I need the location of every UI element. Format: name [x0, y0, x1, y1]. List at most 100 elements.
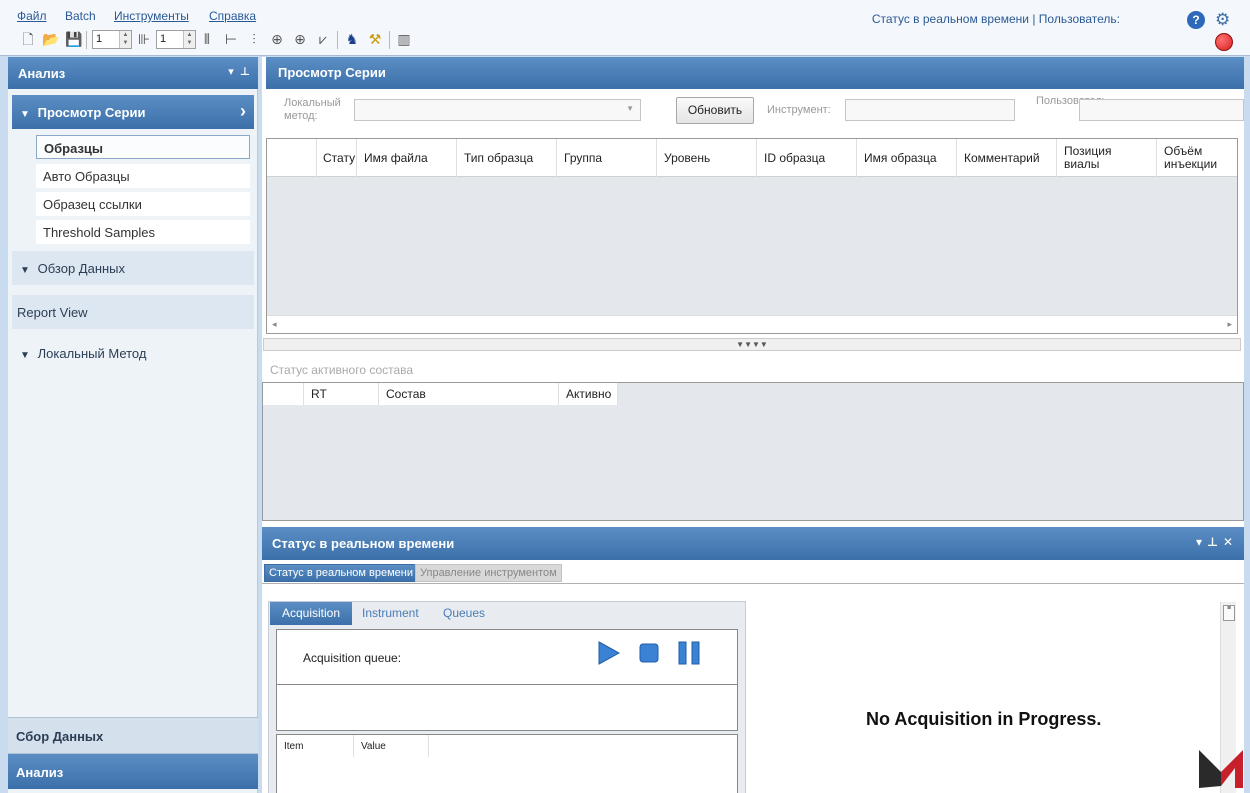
user-label: Пользователь [1036, 95, 1108, 107]
column-header[interactable]: Активно [559, 383, 618, 405]
column-header[interactable]: Группа [557, 139, 657, 177]
column-header[interactable]: Value [354, 735, 429, 757]
toolbar-separator [86, 31, 87, 49]
stop-icon[interactable] [637, 641, 661, 665]
tools-icon[interactable]: ⚒ [367, 31, 383, 47]
nav-section-label: Report View [17, 305, 88, 320]
column-header[interactable]: Item [277, 735, 354, 757]
batch-view-title: Просмотр Серии [278, 65, 386, 80]
stepper-1-arrows[interactable]: ▲ ▼ [119, 31, 131, 48]
column-header[interactable]: Состав [379, 383, 559, 405]
menu-instruments[interactable]: Инструменты [114, 9, 189, 23]
tab-realtime-status[interactable]: Статус в реальном времени [264, 564, 419, 582]
insert-rows-icon[interactable]: ⊪ [136, 31, 152, 47]
acquisition-panel: Acquisition Instrument Queues Acquisitio… [268, 601, 746, 793]
column-header[interactable]: Имя файла [357, 139, 457, 177]
top-toolbar-area: Файл Batch Инструменты Справка 🗋 📂 💾 1 ▲… [0, 0, 1250, 56]
horizontal-scrollbar[interactable]: ◂ ▸ [267, 315, 1237, 333]
batch-view-header: Просмотр Серии [266, 57, 1244, 89]
compound-status-table[interactable]: RT Состав Активно [262, 382, 1244, 521]
menu-help[interactable]: Справка [209, 9, 256, 23]
column-header[interactable]: Тип образца [457, 139, 557, 177]
nav-section-label: Обзор Данных [37, 261, 126, 276]
chevron-down-icon: ▼ [626, 104, 634, 113]
nav-section-report-view[interactable]: Report View [12, 295, 254, 329]
nav-section-data-review[interactable]: ▼ Обзор Данных [12, 251, 254, 285]
scroll-right-icon[interactable]: ▸ [1227, 319, 1232, 330]
expand-triangle-icon: ▼ [20, 265, 30, 276]
column-header[interactable]: Стату [317, 139, 357, 177]
panel-pin-icon[interactable]: ▾ ⊥ [228, 65, 250, 78]
local-method-dropdown[interactable]: ▼ [354, 99, 641, 121]
bottom-nav-acquisition[interactable]: Сбор Данных [8, 717, 258, 753]
open-folder-icon[interactable]: 📂 [42, 31, 59, 47]
column-header[interactable]: Комментарий [957, 139, 1057, 177]
tab-acquisition[interactable]: Acquisition [270, 602, 353, 625]
stepper-1-value: 1 [96, 33, 103, 45]
expand-triangle-icon: ▼ [20, 350, 30, 361]
panel-window-controls[interactable]: ▾⊥✕ [1196, 535, 1238, 549]
play-icon[interactable] [596, 641, 620, 665]
nav-section-local-method[interactable]: ▼ Локальный Метод [12, 336, 254, 370]
nav-section-batch-view[interactable]: ▼ Просмотр Серии › [12, 95, 254, 129]
item-value-table[interactable]: Item Value [276, 734, 738, 793]
column-header[interactable]: RT [304, 383, 379, 405]
nav-item-samples[interactable]: Образцы [36, 135, 250, 159]
panel-splitter[interactable]: ▼▼▼▼ [263, 338, 1241, 351]
columns-icon[interactable]: ▥ [396, 31, 412, 47]
table-header-row: RT Состав Активно [263, 383, 618, 405]
chevron-right-icon[interactable]: › [240, 101, 246, 122]
stepper-2-value: 1 [160, 33, 167, 45]
row-selector-header [267, 139, 317, 177]
row-count-stepper-1[interactable]: 1 ▲ ▼ [92, 30, 132, 49]
insert-column-icon[interactable]: ⫴ [199, 31, 215, 47]
tab-instrument[interactable]: Instrument [350, 602, 431, 625]
delete-row-icon[interactable]: ⊢ [223, 31, 239, 47]
settings-gear-icon[interactable]: ⚙ [1215, 10, 1230, 30]
toolbar-separator [337, 31, 338, 49]
help-icon[interactable]: ? [1187, 11, 1205, 29]
nav-item-reference-sample[interactable]: Образец ссылки [36, 192, 250, 216]
fill-down-icon[interactable]: ⫶ [246, 31, 262, 47]
row-selector-header [263, 383, 304, 405]
no-acquisition-message: No Acquisition in Progress. [866, 709, 1102, 729]
column-header[interactable]: Объём инъекции [1157, 139, 1237, 177]
move-down-icon[interactable]: ⊕ [292, 31, 308, 47]
column-header[interactable]: Уровень [657, 139, 757, 177]
stepper-2-arrows[interactable]: ▲ ▼ [183, 31, 195, 48]
record-status-icon[interactable] [1215, 33, 1233, 51]
row-count-stepper-2[interactable]: 1 ▲ ▼ [156, 30, 196, 49]
brand-logo [1199, 750, 1243, 788]
scrollbar-thumb[interactable]: ≡ [1223, 605, 1235, 621]
bottom-nav-analysis[interactable]: Анализ [8, 753, 258, 789]
pause-icon[interactable] [677, 641, 701, 665]
left-panel-title: Анализ [18, 66, 66, 81]
nav-item-auto-samples[interactable]: Авто Образцы [36, 164, 250, 188]
realtime-status-title: Статус в реальном времени [272, 536, 455, 551]
left-panel-header: Анализ ▾ ⊥ [8, 57, 258, 89]
scroll-left-icon[interactable]: ◂ [272, 319, 277, 330]
nav-item-threshold-samples[interactable]: Threshold Samples [36, 220, 250, 244]
submit-icon[interactable]: ♞ [344, 31, 360, 47]
move-up-icon[interactable]: ⊕ [269, 31, 285, 47]
tab-instrument-control[interactable]: Управление инструментом [415, 564, 562, 582]
instrument-field[interactable] [845, 99, 1015, 121]
realtime-status-text: Статус в реальном времени | Пользователь… [871, 12, 1120, 26]
instrument-label: Инструмент: [767, 104, 831, 116]
acquisition-queue-list[interactable] [277, 684, 737, 730]
new-file-icon[interactable]: 🗋 [20, 31, 36, 47]
table-header-row: Стату Имя файла Тип образца Группа Урове… [267, 139, 1237, 177]
column-header[interactable]: Позиция виалы [1057, 139, 1157, 177]
local-method-label: Локальный метод: [284, 97, 341, 122]
main-panel: Просмотр Серии Локальный метод: ▼ Обнови… [262, 57, 1244, 793]
refresh-button[interactable]: Обновить [676, 97, 754, 124]
user-field[interactable] [1079, 99, 1244, 121]
column-header[interactable]: Имя образца [857, 139, 957, 177]
save-icon[interactable]: 💾 [65, 31, 82, 47]
validate-icon[interactable]: ⩗ [315, 31, 331, 47]
column-header[interactable]: ID образца [757, 139, 857, 177]
menu-file[interactable]: Файл [17, 9, 47, 23]
menu-batch[interactable]: Batch [65, 9, 96, 23]
batch-samples-table[interactable]: Стату Имя файла Тип образца Группа Урове… [266, 138, 1238, 334]
tab-queues[interactable]: Queues [431, 602, 497, 625]
